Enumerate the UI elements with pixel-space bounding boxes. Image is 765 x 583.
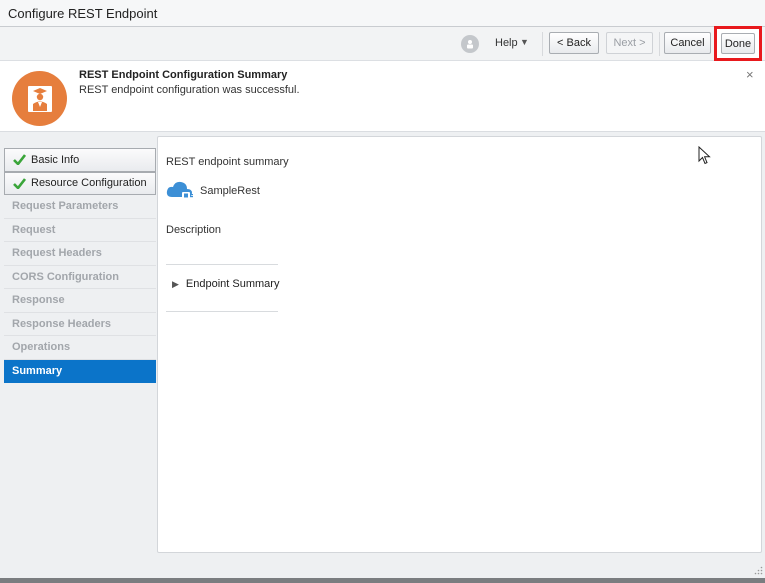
window-title: Configure REST Endpoint [8, 6, 158, 21]
service-name: SampleRest [200, 185, 260, 197]
toolbar-separator [542, 32, 543, 56]
mouse-cursor-icon [698, 145, 711, 168]
message-title: REST Endpoint Configuration Summary [79, 69, 288, 81]
toolbar-separator [659, 32, 660, 56]
message-text: REST endpoint configuration was successf… [79, 84, 300, 96]
step-request[interactable]: Request [4, 219, 156, 242]
title-bar: Configure REST Endpoint [0, 0, 765, 27]
description-label: Description [166, 224, 222, 236]
cancel-button[interactable]: Cancel [664, 32, 711, 54]
done-highlight: Done [714, 26, 762, 61]
step-resource-configuration[interactable]: Resource Configuration [4, 171, 156, 195]
checkmark-icon [13, 177, 27, 189]
checkmark-icon [13, 154, 27, 166]
toolbar: Help ▼ < Back Next > Cancel [0, 27, 765, 61]
step-summary[interactable]: Summary [4, 359, 156, 383]
confirmation-message: REST Endpoint Configuration Summary REST… [0, 61, 765, 132]
divider [166, 311, 278, 312]
step-cors-configuration[interactable]: CORS Configuration [4, 266, 156, 289]
help-badge-icon[interactable] [461, 35, 479, 53]
cloud-plug-icon [165, 178, 195, 205]
divider [166, 264, 278, 265]
summary-panel: REST endpoint summary SampleRest Descrip… [157, 136, 762, 553]
step-request-parameters[interactable]: Request Parameters [4, 195, 156, 219]
step-response-headers[interactable]: Response Headers [4, 313, 156, 336]
chevron-down-icon[interactable]: ▼ [520, 37, 529, 47]
close-icon[interactable]: × [746, 67, 754, 82]
bottom-bar [0, 578, 765, 583]
step-request-headers[interactable]: Request Headers [4, 242, 156, 266]
endpoint-summary-label: Endpoint Summary [185, 278, 280, 290]
done-button[interactable]: Done [721, 33, 755, 54]
summary-heading: REST endpoint summary [166, 156, 289, 168]
endpoint-summary-toggle[interactable]: ▶ Endpoint Summary [172, 278, 279, 290]
step-operations[interactable]: Operations [4, 336, 156, 360]
wizard-steps: Basic Info Resource Configuration Reques… [4, 148, 156, 383]
next-button[interactable]: Next > [606, 32, 653, 54]
step-response[interactable]: Response [4, 289, 156, 313]
step-label: Resource Configuration [31, 177, 147, 190]
chevron-right-icon: ▶ [172, 278, 179, 289]
help-menu[interactable]: Help [495, 37, 518, 49]
orange-user-badge-icon [12, 71, 67, 126]
wizard-body: Basic Info Resource Configuration Reques… [0, 132, 765, 578]
step-label: Basic Info [31, 153, 80, 166]
step-basic-info[interactable]: Basic Info [4, 148, 156, 172]
back-button[interactable]: < Back [549, 32, 599, 54]
resize-grip-icon[interactable] [754, 566, 763, 578]
